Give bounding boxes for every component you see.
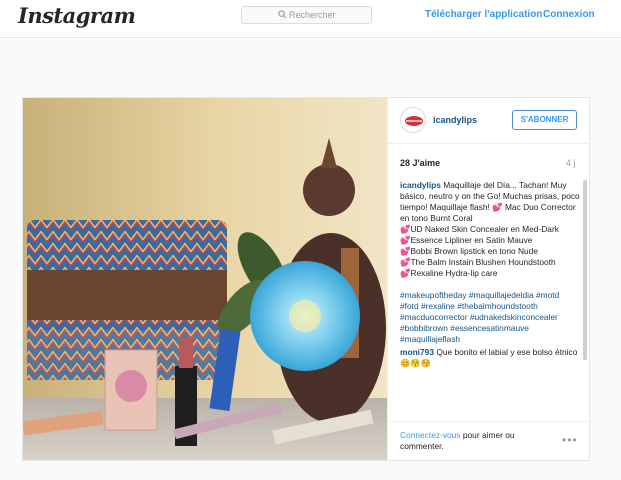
download-app-link[interactable]: Télécharger l'application: [425, 9, 542, 20]
lips-icon: [405, 116, 423, 126]
post-footer: Connectez-vous pour aimer ou commenter. …: [388, 421, 591, 460]
more-options-icon[interactable]: •••: [562, 433, 578, 447]
likes-count[interactable]: 28 J'aime: [400, 158, 440, 168]
post-card: icandylips S'ABONNER 28 J'aime 4 j icand…: [22, 97, 591, 461]
heart-icon: 💕: [400, 235, 411, 245]
post-photo[interactable]: [23, 98, 387, 460]
search-icon: [278, 10, 287, 19]
caption: icandylips Maquillaje del Día... Tachan!…: [400, 180, 580, 345]
comment-author[interactable]: moni793: [400, 347, 434, 357]
post-age[interactable]: 4 j: [566, 158, 576, 168]
post-sidebar: icandylips S'ABONNER 28 J'aime 4 j icand…: [387, 98, 591, 460]
comments-list: icandylips Maquillaje del Día... Tachan!…: [400, 180, 580, 420]
comment: moni793 Que bonito el labial y ese bolso…: [400, 347, 580, 369]
post-username[interactable]: icandylips: [433, 115, 477, 125]
avatar[interactable]: [400, 107, 426, 133]
login-link[interactable]: Connexion: [543, 9, 595, 20]
caption-item: The Balm Instain Blushen Houndstooth: [410, 257, 556, 267]
caption-hashtags[interactable]: #makeupoftheday #maquillajedeldia #motd …: [400, 290, 559, 344]
comments-scrollbar[interactable]: [583, 180, 587, 360]
heart-icon: 💕: [400, 268, 411, 278]
caption-item: Essence Lipliner en Satin Mauve: [410, 235, 533, 245]
heart-icon: 💕: [400, 246, 411, 256]
search-placeholder: Rechercher: [289, 10, 336, 20]
heart-icon: 💕: [400, 257, 411, 267]
post-header: icandylips S'ABONNER: [388, 98, 591, 144]
heart-icon: 💕: [400, 224, 411, 234]
instagram-logo[interactable]: Instagram: [18, 3, 136, 28]
makeup-photo-image: [23, 98, 387, 460]
caption-item: Rexaline Hydra-lip care: [410, 268, 498, 278]
caption-author[interactable]: icandylips: [400, 180, 441, 190]
search-input[interactable]: Rechercher: [241, 6, 372, 24]
caption-item: Bobbi Brown lipstick en tono Nude: [410, 246, 538, 256]
login-to-comment-link[interactable]: Connectez-vous: [400, 430, 461, 440]
top-navigation-bar: Instagram Rechercher Télécharger l'appli…: [0, 0, 621, 38]
heart-icon: 💕: [492, 202, 503, 212]
follow-button[interactable]: S'ABONNER: [512, 110, 577, 130]
caption-item: UD Naked Skin Concealer en Med-Dark: [410, 224, 559, 234]
login-prompt: Connectez-vous pour aimer ou commenter.: [400, 430, 540, 452]
